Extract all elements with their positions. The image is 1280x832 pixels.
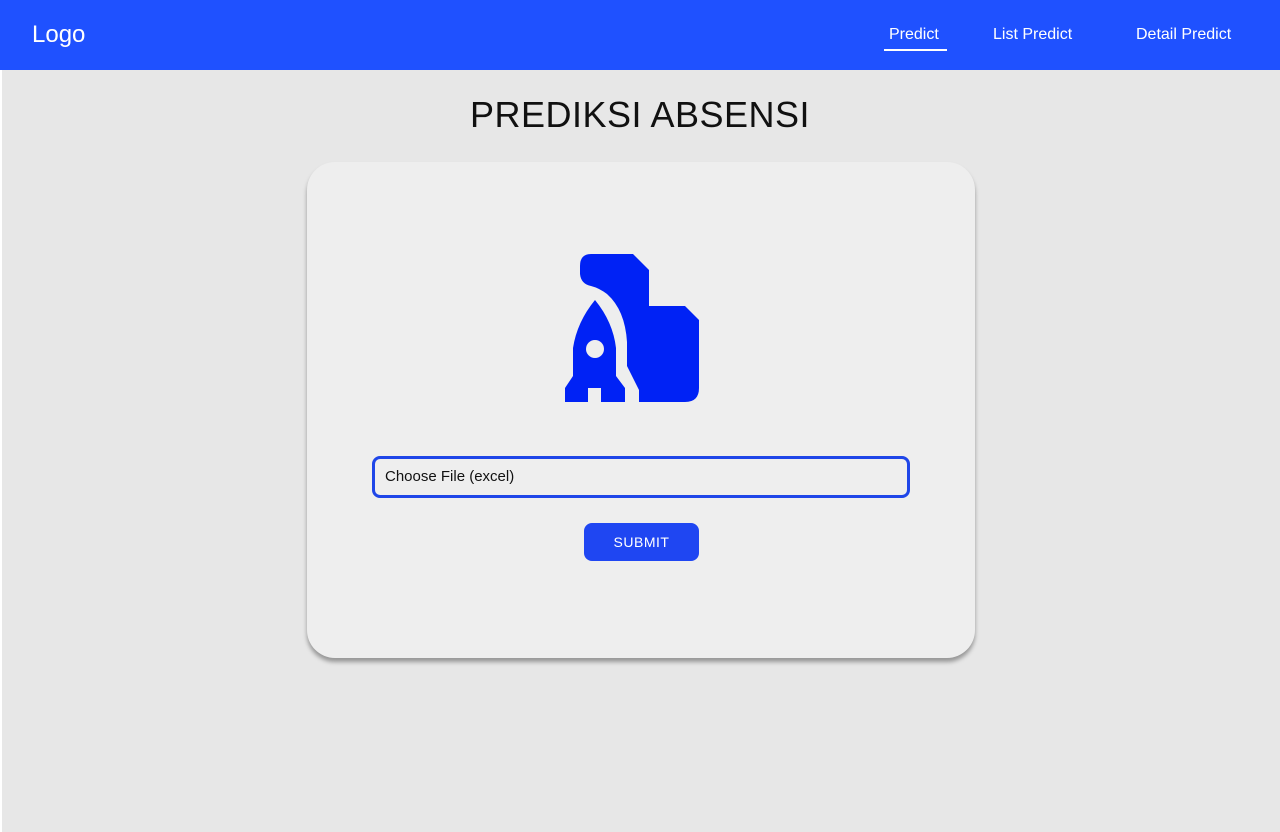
file-input[interactable]: Choose File (excel) bbox=[372, 456, 910, 498]
rocket-file-icon bbox=[565, 254, 699, 402]
page-title: PREDIKSI ABSENSI bbox=[469, 94, 811, 135]
nav-link-list-predict[interactable]: List Predict bbox=[993, 25, 1072, 45]
upload-card: Choose File (excel) SUBMIT bbox=[307, 162, 975, 658]
submit-button[interactable]: SUBMIT bbox=[584, 523, 699, 561]
top-navbar: Logo Predict List Predict Detail Predict bbox=[0, 0, 1280, 70]
logo[interactable]: Logo bbox=[32, 20, 85, 50]
nav-link-detail-predict[interactable]: Detail Predict bbox=[1136, 25, 1231, 45]
file-input-label: Choose File (excel) bbox=[385, 468, 515, 485]
nav-link-predict[interactable]: Predict bbox=[884, 25, 947, 51]
